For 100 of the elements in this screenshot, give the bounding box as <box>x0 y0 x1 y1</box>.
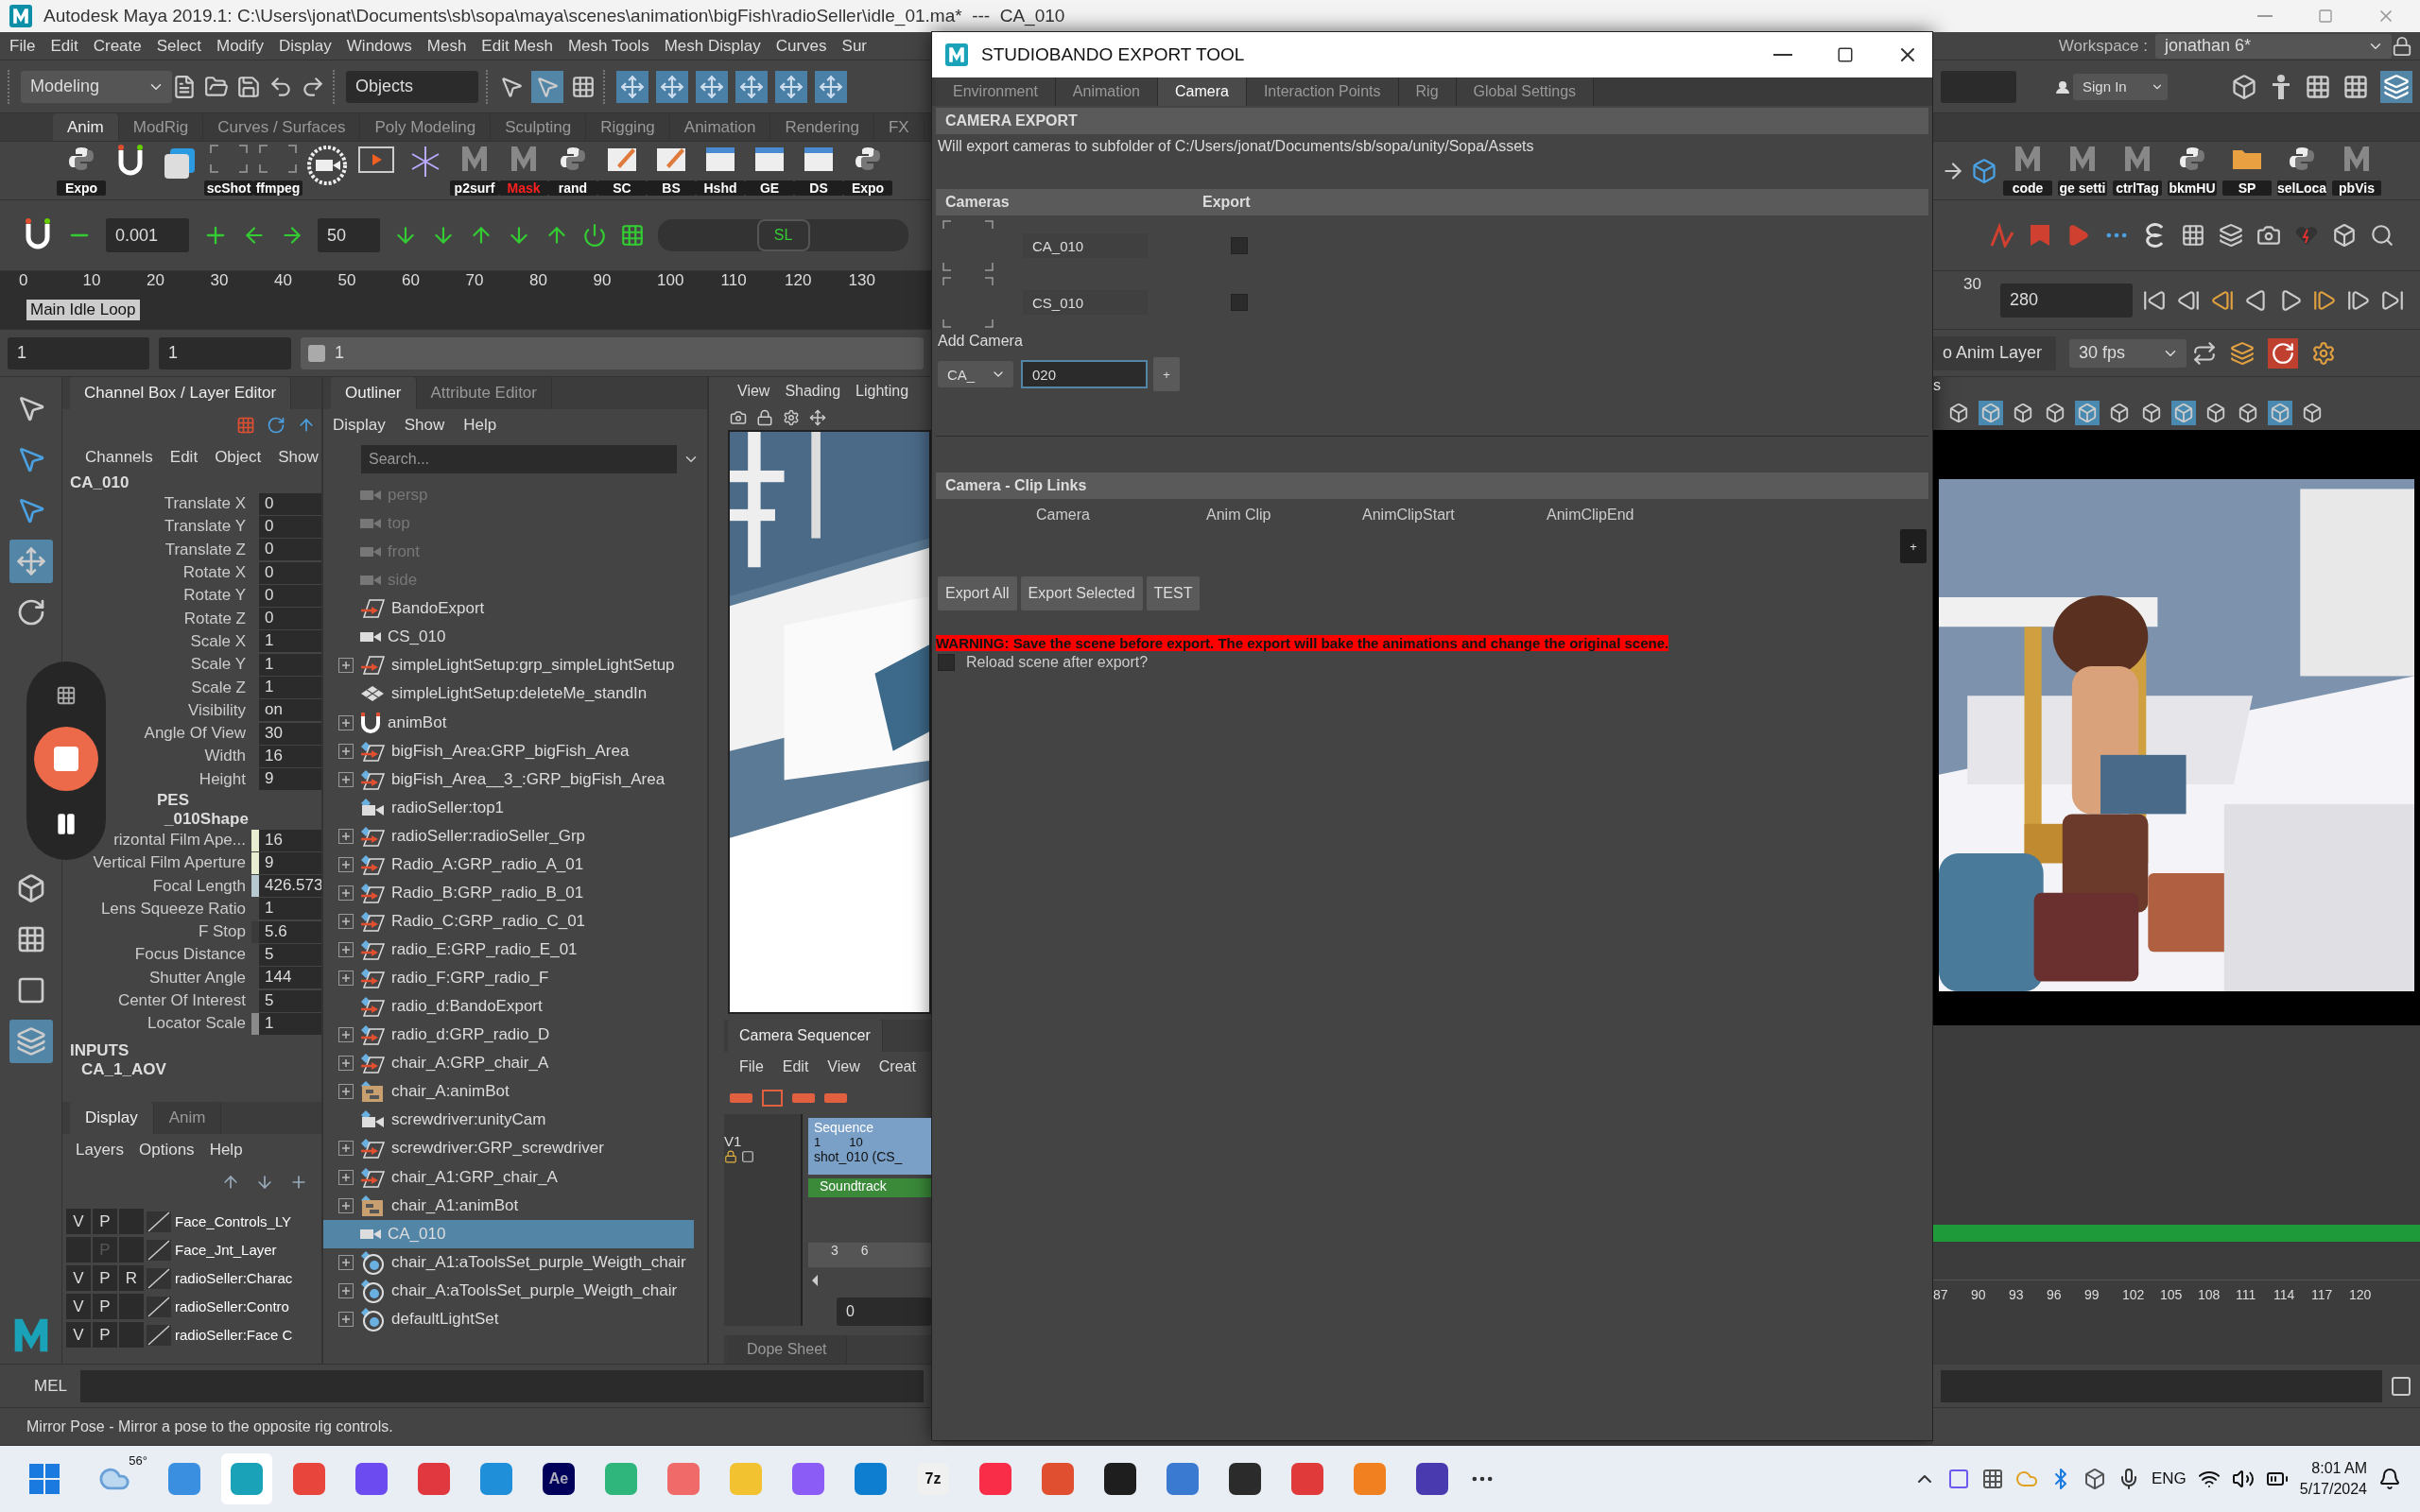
camera-number-field[interactable]: 020 <box>1021 360 1148 388</box>
menu-item[interactable]: Creat <box>869 1058 925 1075</box>
shelf-button[interactable]: p2surf <box>450 144 499 198</box>
menu-item[interactable]: Help <box>209 1140 243 1160</box>
export-button[interactable]: TEST <box>1146 576 1201 610</box>
outliner-item[interactable]: animBot <box>323 708 694 737</box>
menu-item[interactable]: Mesh Display <box>658 36 767 56</box>
layer-name[interactable]: Face_Controls_LY <box>174 1213 292 1230</box>
menu-item[interactable]: Layers <box>76 1140 125 1160</box>
outliner-item[interactable]: Radio_A:GRP_radio_A_01 <box>323 850 694 879</box>
menu-item[interactable]: View <box>818 1058 870 1075</box>
clock-time[interactable]: 8:01 AM <box>2311 1460 2367 1477</box>
channel-value[interactable]: 1 <box>259 653 321 676</box>
fps-dropdown[interactable]: 30 fps <box>2069 338 2187 368</box>
search-field[interactable]: Search... <box>361 445 677 473</box>
outliner-item[interactable]: CS_010 <box>323 623 694 652</box>
visibility-toggle[interactable]: V <box>66 1265 91 1292</box>
shelf-tab[interactable]: Anim <box>53 113 119 141</box>
weather-widget[interactable]: 56° <box>81 1453 147 1504</box>
menu-item[interactable]: Mesh <box>421 36 473 56</box>
visibility-toggle[interactable]: V <box>66 1209 91 1235</box>
menu-item[interactable]: s <box>1933 377 2420 396</box>
layer-name[interactable]: radioSeller:Charac <box>174 1270 293 1287</box>
outliner-item[interactable]: chair_A:aToolsSet_purple_Weigth_chair <box>323 1276 694 1305</box>
layer-name[interactable]: radioSeller:Face C <box>174 1327 293 1344</box>
channel-value[interactable]: 0 <box>259 561 321 584</box>
outliner-item[interactable]: radioSeller:top1 <box>323 793 694 822</box>
channel-value[interactable]: 0 <box>259 584 321 607</box>
shot-clip[interactable]: Sequence 1 10 shot_010 (CS_ <box>808 1118 931 1175</box>
playback-toggle[interactable]: P <box>93 1265 117 1292</box>
tab[interactable]: Rig <box>1398 77 1457 106</box>
outliner-item[interactable]: chair_A1:GRP_chair_A <box>323 1162 694 1192</box>
outliner-item[interactable]: radio_d:BandoExport <box>323 992 694 1022</box>
channel-value[interactable]: 5.6 <box>259 920 321 943</box>
channel-value[interactable]: 9 <box>259 851 321 874</box>
menu-item[interactable]: Edit <box>772 1058 819 1075</box>
clock-date[interactable]: 5/17/2024 <box>2299 1481 2367 1498</box>
shelf-button[interactable]: GE <box>745 144 794 198</box>
visibility-toggle[interactable]: V <box>66 1294 91 1320</box>
outliner-item[interactable]: chair_A1:animBot <box>323 1191 694 1220</box>
menu-item[interactable]: File <box>4 36 42 56</box>
tab[interactable]: Camera <box>1158 77 1247 106</box>
tab[interactable]: Global Settings <box>1456 77 1595 106</box>
soundtrack-bar[interactable]: Soundtrack <box>808 1178 931 1197</box>
shelf-button[interactable]: bkmHU <box>2168 144 2217 198</box>
add-link-button[interactable]: + <box>1900 529 1927 563</box>
layer-name[interactable]: radioSeller:Contro <box>174 1298 289 1315</box>
shelf-button[interactable]: BS <box>647 144 696 198</box>
selection-mode-field[interactable]: Objects <box>346 70 478 103</box>
menu-item[interactable]: Windows <box>340 36 418 56</box>
shelf-button[interactable]: ge setti <box>2058 144 2107 198</box>
menu-item[interactable]: Select <box>150 36 207 56</box>
export-button[interactable]: Export All <box>938 576 1017 610</box>
channel-value[interactable]: 16 <box>259 745 321 767</box>
anim-start-field[interactable]: 1 <box>159 336 291 369</box>
tween-slider[interactable]: SL <box>658 219 908 251</box>
layer-name[interactable]: Face_Jnt_Layer <box>174 1242 277 1259</box>
menu-item[interactable]: Modify <box>211 36 270 56</box>
menu-item[interactable]: Edit <box>44 36 84 56</box>
prefix-dropdown[interactable]: CA_ <box>938 361 1013 387</box>
channel-value[interactable]: 144 <box>259 967 321 989</box>
menu-item[interactable]: Edit Mesh <box>475 36 559 56</box>
panel-tab[interactable]: Display <box>70 1101 154 1134</box>
shelf-button[interactable]: Expo <box>57 144 106 198</box>
menu-item[interactable]: Show <box>274 448 321 467</box>
command-language-label[interactable]: MEL <box>8 1376 67 1396</box>
shelf-button[interactable]: scShot <box>204 144 253 198</box>
menu-item[interactable]: Display <box>327 416 391 435</box>
channel-value[interactable]: 1 <box>259 1012 321 1035</box>
menu-item[interactable]: Edit <box>165 448 202 467</box>
anim-layer-field[interactable]: o Anim Layer <box>1933 335 2056 370</box>
channel-value[interactable]: 5 <box>259 989 321 1012</box>
step-field[interactable]: 0.001 <box>106 218 189 252</box>
menu-item[interactable]: Help <box>458 416 503 435</box>
frames-field[interactable]: 50 <box>318 218 380 252</box>
outliner-item[interactable]: simpleLightSetup:grp_simpleLightSetup <box>323 651 694 680</box>
channel-value[interactable]: 426.573 <box>259 875 321 898</box>
channel-value[interactable]: 1 <box>259 677 321 698</box>
channel-value[interactable]: 5 <box>259 944 321 966</box>
outliner-item[interactable]: radioSeller:radioSeller_Grp <box>323 821 694 850</box>
shelf-button[interactable]: SC <box>597 144 647 198</box>
tab[interactable]: Animation <box>1055 77 1158 106</box>
visibility-toggle[interactable]: V <box>66 1322 91 1349</box>
shelf-button[interactable]: Expo <box>843 144 892 198</box>
outliner-item[interactable]: simpleLightSetup:deleteMe_standIn <box>323 679 694 709</box>
menu-item[interactable]: Create <box>87 36 147 56</box>
channel-value[interactable]: 0 <box>259 515 321 538</box>
channel-value[interactable]: 16 <box>259 829 321 851</box>
outliner-item[interactable]: bigFish_Area__3_:GRP_bigFish_Area <box>323 765 694 794</box>
outliner-item[interactable]: BandoExport <box>323 594 694 624</box>
outliner-item[interactable]: radio_d:GRP_radio_D <box>323 1021 694 1050</box>
menu-item[interactable]: View <box>730 383 778 400</box>
outliner-item[interactable]: chair_A1:aToolsSet_purple_Weigth_chair <box>323 1247 694 1277</box>
reference-toggle[interactable]: R <box>119 1265 144 1292</box>
menu-item[interactable]: Curves <box>769 36 833 56</box>
outliner-item[interactable]: radio_F:GRP_radio_F <box>323 964 694 993</box>
channel-value[interactable]: 9 <box>259 768 321 791</box>
menu-item[interactable]: File <box>730 1058 773 1075</box>
menu-item[interactable]: Channels <box>81 448 157 467</box>
language-indicator[interactable]: ENG <box>2151 1469 2187 1488</box>
